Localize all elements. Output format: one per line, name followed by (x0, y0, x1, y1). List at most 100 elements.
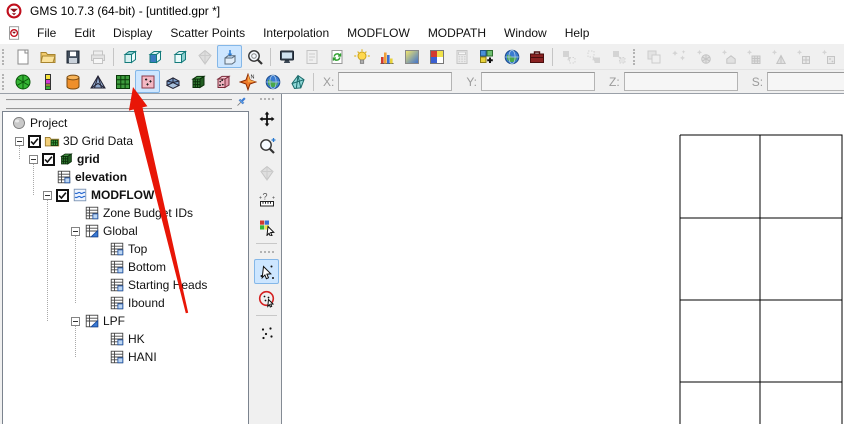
tree-item-top[interactable]: Top (3, 240, 248, 258)
collapse-expander-icon[interactable] (71, 226, 80, 236)
web-resources-button[interactable] (499, 45, 524, 68)
frame-image-icon (221, 48, 239, 66)
dataset-icon (109, 277, 125, 293)
visibility-checkbox[interactable] (28, 134, 41, 148)
tree-item-bottom[interactable]: Bottom (3, 258, 248, 276)
mesh-3d-module-button[interactable] (160, 70, 185, 93)
menu-file[interactable]: File (28, 24, 65, 42)
panel-drag-handle[interactable] (6, 99, 232, 110)
tree-item-label: Bottom (128, 260, 167, 274)
select-points-tool-button[interactable] (254, 259, 279, 284)
new-project-button[interactable] (10, 45, 35, 68)
grid-3d-module-icon (189, 73, 207, 91)
grid-3d-module-button[interactable] (185, 70, 210, 93)
tree-item-starting-heads[interactable]: Starting Heads (3, 276, 248, 294)
measure-tool-button[interactable]: ? (254, 187, 279, 212)
scatter-3d-module-button[interactable] (210, 70, 235, 93)
gms-logo-icon (6, 3, 22, 19)
toolbar-grip[interactable] (2, 48, 7, 65)
toolbar-grip[interactable] (2, 73, 7, 90)
collapse-expander-icon[interactable] (29, 154, 38, 164)
color-ramp-button[interactable] (424, 45, 449, 68)
visibility-checkbox[interactable] (42, 152, 55, 166)
tree-item-modflow[interactable]: MODFLOW (3, 186, 248, 204)
solid-module-button[interactable] (60, 70, 85, 93)
gis-module-button[interactable] (260, 70, 285, 93)
collapse-expander-icon[interactable] (43, 190, 52, 200)
side-view-button[interactable] (167, 45, 192, 68)
print-icon (89, 48, 107, 66)
scatter-2d-module-button[interactable] (135, 70, 160, 93)
menu-edit[interactable]: Edit (65, 24, 104, 42)
dataset-calculator-button[interactable] (474, 45, 499, 68)
tree-item-3d-grid-data[interactable]: 3D Grid Data (3, 132, 248, 150)
mesh-2d-module-button[interactable] (85, 70, 110, 93)
tree-item-hani[interactable]: HANI (3, 348, 248, 366)
tree-item-project[interactable]: Project (3, 114, 248, 132)
menu-modflow[interactable]: MODFLOW (338, 24, 419, 42)
tree-item-zone-budget-ids[interactable]: Zone Budget IDs (3, 204, 248, 222)
toolbar-grip[interactable] (633, 48, 638, 65)
toolbox-button[interactable] (524, 45, 549, 68)
grid-2d-module-button[interactable] (110, 70, 135, 93)
tree-item-elevation[interactable]: elevation (3, 168, 248, 186)
lighting-options-button[interactable] (349, 45, 374, 68)
new-3d-grid-button (741, 45, 766, 68)
refresh-button[interactable] (324, 45, 349, 68)
module-buttons: N (0, 70, 317, 93)
collapse-expander-icon[interactable] (15, 136, 24, 146)
tree-item-label: HANI (128, 350, 157, 364)
open-project-button[interactable] (35, 45, 60, 68)
grid3d-icon (58, 151, 74, 167)
modflow-icon (72, 187, 88, 203)
menu-window[interactable]: Window (495, 24, 556, 42)
plan-view-button[interactable] (117, 45, 142, 68)
graphics-window[interactable] (281, 94, 844, 424)
visibility-checkbox[interactable] (56, 188, 69, 202)
tree-item-grid[interactable]: grid (3, 150, 248, 168)
pick-display-tool-icon (258, 218, 276, 237)
histogram-button[interactable] (374, 45, 399, 68)
zoom-tool-button[interactable] (254, 133, 279, 158)
tree-item-global[interactable]: Global (3, 222, 248, 240)
collapse-expander-icon[interactable] (71, 316, 80, 326)
create-points-tool-button[interactable] (254, 320, 279, 345)
save-project-button[interactable] (60, 45, 85, 68)
menu-scatter-points[interactable]: Scatter Points (161, 24, 254, 42)
toolbar-grip[interactable] (259, 251, 274, 256)
tin-module-button[interactable] (10, 70, 35, 93)
ugrid-module-button[interactable] (285, 70, 310, 93)
borehole-module-button[interactable] (35, 70, 60, 93)
tree-item-hk[interactable]: HK (3, 330, 248, 348)
toolbox-icon (528, 48, 546, 66)
toolbar-separator (256, 315, 277, 316)
menu-display[interactable]: Display (104, 24, 161, 42)
contour-options-button[interactable] (399, 45, 424, 68)
menu-modpath[interactable]: MODPATH (419, 24, 495, 42)
new-2d-grid-button (791, 45, 816, 68)
toolbar-grip[interactable] (259, 98, 274, 103)
select-points-circle-tool-button[interactable] (254, 286, 279, 311)
dataset-icon (109, 241, 125, 257)
main-toolbar (0, 44, 844, 70)
project-explorer-header[interactable] (3, 95, 250, 110)
pick-display-tool-button[interactable] (254, 214, 279, 239)
dataset-icon (84, 205, 100, 221)
pushpin-icon[interactable] (234, 95, 248, 109)
grid-2d-module-icon (114, 73, 132, 91)
frame-image-button[interactable] (217, 45, 242, 68)
menu-help[interactable]: Help (556, 24, 599, 42)
map-module-button[interactable]: N (235, 70, 260, 93)
y-coordinate-label: Y: (466, 74, 478, 89)
menu-interpolation[interactable]: Interpolation (254, 24, 338, 42)
side-view-icon (171, 48, 189, 66)
tree-item-lpf[interactable]: LPF (3, 312, 248, 330)
pan-tool-button[interactable] (254, 106, 279, 131)
zoom-extents-button[interactable] (242, 45, 267, 68)
coordinate-bar: X: Y: Z: S: (323, 72, 844, 91)
display-options-button[interactable] (274, 45, 299, 68)
select-points-circle-tool-icon (258, 290, 276, 308)
tree-item-ibound[interactable]: Ibound (3, 294, 248, 312)
front-view-button[interactable] (142, 45, 167, 68)
main-area: Project 3D Grid Data grid elevation MODFLOW Z… (0, 93, 844, 424)
